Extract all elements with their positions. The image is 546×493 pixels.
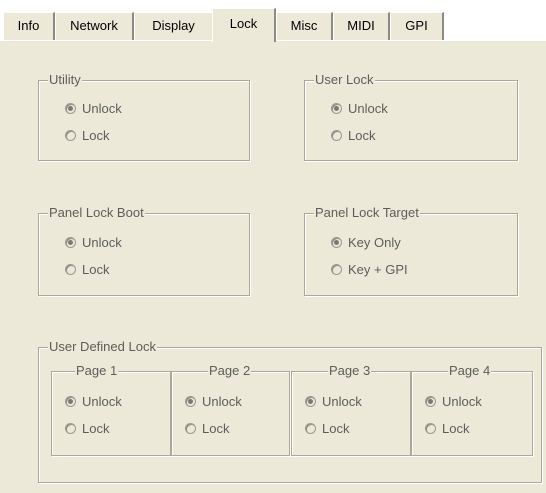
page-3-group: Page 3 Unlock Lock	[291, 363, 411, 456]
radio-unchecked-icon	[185, 423, 196, 434]
radio-label: Lock	[202, 421, 230, 436]
radio-label: Lock	[348, 128, 376, 143]
tab-bar: Info Network Display Lock Misc MIDI GPI	[0, 0, 546, 42]
radio-label: Lock	[442, 421, 470, 436]
panel-lock-target-group: Panel Lock Target Key Only Key + GPI	[304, 205, 518, 296]
radio-unchecked-icon	[425, 423, 436, 434]
radio-label: Unlock	[442, 394, 482, 409]
page-2-title: Page 2	[208, 363, 252, 379]
radio-label: Unlock	[82, 394, 122, 409]
utility-group-title: Utility	[48, 72, 82, 88]
lock-tab-panel: Utility Unlock Lock User Lock Unlock Loc…	[0, 41, 546, 493]
tab-misc[interactable]: Misc	[276, 12, 333, 40]
tab-display[interactable]: Display	[134, 12, 214, 40]
page-2-unlock-radio[interactable]: Unlock	[185, 394, 242, 410]
panel-lock-target-key-gpi-radio[interactable]: Key + GPI	[331, 262, 408, 278]
radio-unchecked-icon	[65, 130, 76, 141]
panel-lock-boot-group: Panel Lock Boot Unlock Lock	[38, 205, 250, 296]
user-defined-lock-group-title: User Defined Lock	[48, 339, 157, 355]
radio-unchecked-icon	[65, 423, 76, 434]
page-1-unlock-radio[interactable]: Unlock	[65, 394, 122, 410]
radio-checked-icon	[425, 396, 436, 407]
radio-label: Lock	[82, 128, 110, 143]
radio-checked-icon	[65, 237, 76, 248]
radio-checked-icon	[185, 396, 196, 407]
panel-lock-boot-unlock-radio[interactable]: Unlock	[65, 235, 122, 251]
radio-checked-icon	[331, 103, 342, 114]
tab-info[interactable]: Info	[3, 12, 55, 40]
radio-label: Unlock	[322, 394, 362, 409]
page-2-group: Page 2 Unlock Lock	[171, 363, 290, 456]
radio-label: Unlock	[82, 101, 122, 116]
radio-label: Unlock	[202, 394, 242, 409]
tab-gpi[interactable]: GPI	[390, 12, 444, 40]
page-1-group: Page 1 Unlock Lock	[51, 363, 171, 456]
page-4-lock-radio[interactable]: Lock	[425, 421, 469, 437]
panel-lock-boot-lock-radio[interactable]: Lock	[65, 262, 109, 278]
radio-unchecked-icon	[331, 130, 342, 141]
page-3-unlock-radio[interactable]: Unlock	[305, 394, 362, 410]
tab-label: GPI	[405, 18, 428, 33]
page-3-title: Page 3	[328, 363, 372, 379]
user-lock-lock-radio[interactable]: Lock	[331, 128, 375, 144]
tab-label: Misc	[290, 18, 318, 33]
tab-label: Display	[152, 18, 195, 33]
utility-lock-radio[interactable]: Lock	[65, 128, 109, 144]
radio-checked-icon	[305, 396, 316, 407]
radio-label: Lock	[322, 421, 350, 436]
tab-lock[interactable]: Lock	[212, 8, 276, 42]
page-4-title: Page 4	[448, 363, 492, 379]
page-1-title: Page 1	[75, 363, 119, 379]
radio-label: Lock	[82, 262, 110, 277]
radio-unchecked-icon	[65, 264, 76, 275]
radio-label: Unlock	[348, 101, 388, 116]
radio-label: Key Only	[348, 235, 401, 250]
radio-label: Lock	[82, 421, 110, 436]
tab-label: Info	[17, 18, 40, 33]
tab-label: Lock	[229, 16, 258, 31]
page-4-unlock-radio[interactable]: Unlock	[425, 394, 482, 410]
tab-label: MIDI	[347, 18, 375, 33]
utility-unlock-radio[interactable]: Unlock	[65, 101, 122, 117]
tab-midi[interactable]: MIDI	[333, 12, 390, 40]
radio-label: Key + GPI	[348, 262, 408, 277]
radio-checked-icon	[331, 237, 342, 248]
tab-network[interactable]: Network	[55, 12, 134, 40]
panel-lock-boot-group-title: Panel Lock Boot	[48, 205, 145, 221]
panel-lock-target-group-title: Panel Lock Target	[314, 205, 420, 221]
radio-unchecked-icon	[331, 264, 342, 275]
tab-label: Network	[70, 18, 118, 33]
radio-checked-icon	[65, 103, 76, 114]
panel-lock-target-key-only-radio[interactable]: Key Only	[331, 235, 401, 251]
page-4-group: Page 4 Unlock Lock	[411, 363, 533, 456]
radio-label: Unlock	[82, 235, 122, 250]
user-defined-lock-group: User Defined Lock Page 1 Unlock Lock Pag…	[38, 339, 542, 483]
page-2-lock-radio[interactable]: Lock	[185, 421, 229, 437]
user-lock-group: User Lock Unlock Lock	[304, 72, 518, 161]
radio-unchecked-icon	[305, 423, 316, 434]
radio-checked-icon	[65, 396, 76, 407]
page-3-lock-radio[interactable]: Lock	[305, 421, 349, 437]
utility-group: Utility Unlock Lock	[38, 72, 250, 161]
user-lock-unlock-radio[interactable]: Unlock	[331, 101, 388, 117]
page-1-lock-radio[interactable]: Lock	[65, 421, 109, 437]
user-lock-group-title: User Lock	[314, 72, 375, 88]
